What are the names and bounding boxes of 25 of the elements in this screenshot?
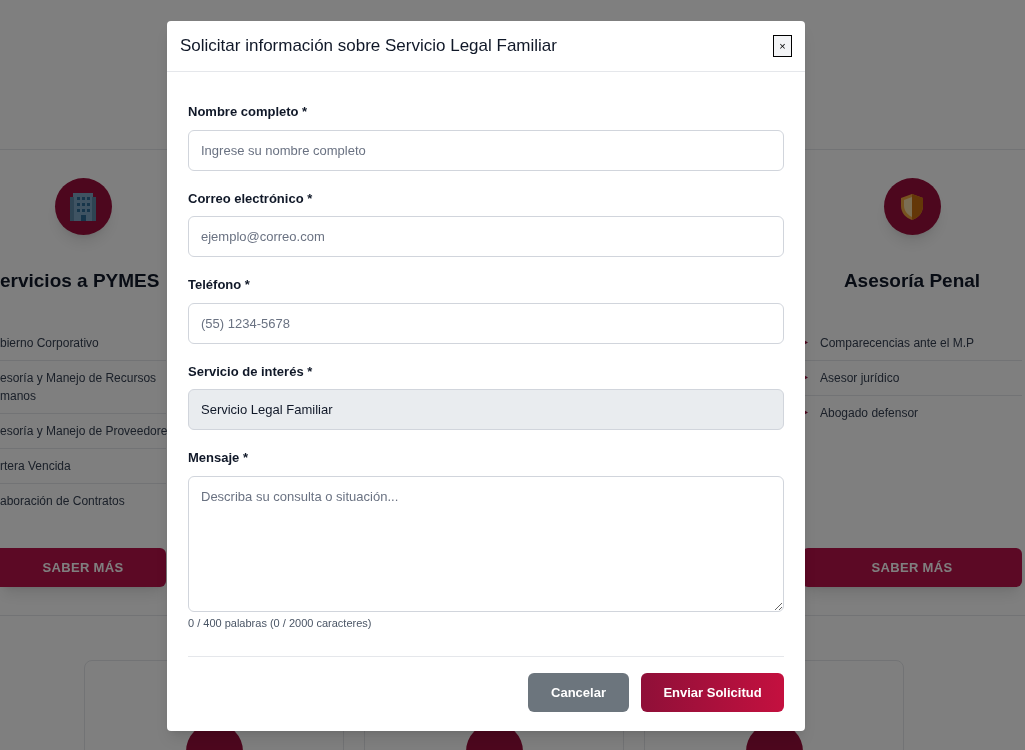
field-label: Correo electrónico * — [188, 189, 314, 208]
cancel-button[interactable]: Cancelar — [528, 673, 629, 712]
field-label: Mensaje * — [188, 449, 249, 467]
card-title: ervicios a PYMES — [0, 269, 160, 293]
input-field[interactable]: ejemplo@correo.com — [188, 216, 784, 257]
service-item: bierno Corporativo — [0, 334, 100, 352]
input-field[interactable]: Ingrese su nombre completo — [188, 129, 784, 171]
service-item: Abogado defensor — [819, 404, 919, 422]
field-label: Nombre completo * — [188, 103, 309, 121]
dialog-title: Solicitar información sobre Servicio Legal Familiar — [180, 35, 557, 58]
submit-button[interactable]: Enviar Solicitud — [641, 673, 784, 712]
close-button[interactable]: × — [773, 35, 792, 57]
card-title: Asesoría Penal — [843, 269, 981, 293]
field-label: Servicio de interés * — [188, 362, 314, 381]
service-field[interactable]: Servicio Legal Familiar — [188, 389, 784, 430]
word-counter: 0 / 400 palabras (0 / 2000 caracteres) — [188, 615, 373, 631]
service-item: Asesor jurídico — [819, 369, 900, 387]
input-field[interactable]: (55) 1234-5678 — [188, 302, 784, 344]
service-item: aboración de Contratos — [0, 492, 126, 510]
field-label: Teléfono * — [188, 276, 251, 294]
service-item: Comparecencias ante el M.P — [819, 334, 975, 352]
message-field[interactable]: Describa su consulta o situación... — [188, 475, 784, 612]
service-item: esoría y Manejo de Proveedore — [0, 422, 169, 440]
service-item: rtera Vencida — [0, 457, 72, 475]
service-item: esoría y Manejo de Recursos manos — [0, 369, 158, 405]
